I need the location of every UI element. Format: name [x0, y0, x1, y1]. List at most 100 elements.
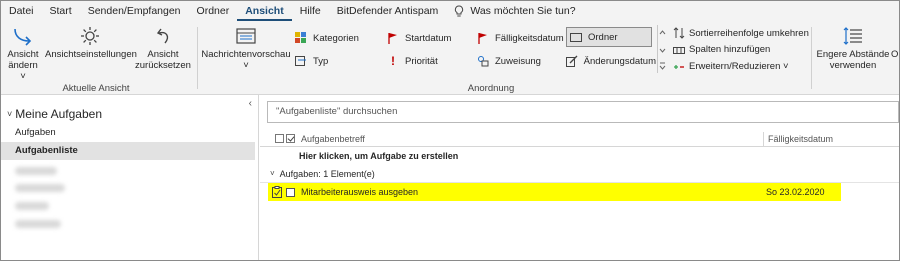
redacted-folder	[15, 184, 65, 192]
categories-icon	[294, 31, 308, 45]
arrange-aenderungsdatum[interactable]: Änderungsdatum	[566, 51, 656, 71]
type-icon	[294, 54, 308, 68]
due-flag-icon	[476, 31, 490, 45]
arrange-faelligkeitsdatum[interactable]: Fälligkeitsdatum	[476, 28, 564, 48]
expand-collapse-button[interactable]: Erweitern/Reduzieren ˅	[673, 61, 789, 72]
arrange-startdatum[interactable]: Startdatum	[386, 28, 472, 48]
view-settings-button[interactable]: Ansichtseinstellungen	[45, 25, 137, 60]
ribbon-separator	[811, 27, 812, 89]
lightbulb-icon	[455, 4, 464, 16]
arrange-kategorien-label: Kategorien	[313, 32, 359, 44]
menu-bar: Datei Start Senden/Empfangen Ordner Ansi…	[1, 1, 899, 21]
reset-view-label-2: zurücksetzen	[135, 60, 191, 71]
column-divider[interactable]	[763, 132, 764, 146]
gallery-scroll-arrows-icon	[659, 30, 666, 70]
chevron-down-icon: ˅	[20, 71, 26, 82]
task-due-date: So 23.02.2020	[766, 187, 825, 197]
change-view-button[interactable]: Ansicht ändern ˅	[5, 25, 41, 82]
reset-view-label-1: Ansicht	[147, 49, 179, 60]
priority-icon: !	[391, 54, 395, 68]
change-view-label-1: Ansicht	[7, 49, 39, 60]
tighter-spacing-label-1: Engere Abstände	[816, 49, 890, 60]
arrange-faelligkeitsdatum-label: Fälligkeitsdatum	[495, 32, 564, 44]
tab-senden-empfangen[interactable]: Senden/Empfangen	[80, 1, 189, 21]
group-label-arrangement: Anordnung	[467, 83, 515, 94]
redacted-folder	[15, 220, 61, 228]
arrange-ordner-label: Ordner	[588, 31, 618, 43]
tab-start[interactable]: Start	[42, 1, 80, 21]
ribbon-separator	[197, 27, 198, 89]
arrange-kategorien[interactable]: Kategorien	[294, 28, 384, 48]
tighter-spacing-label-2: verwenden	[829, 60, 877, 71]
tab-hilfe[interactable]: Hilfe	[292, 1, 329, 21]
tab-ansicht[interactable]: Ansicht	[237, 1, 292, 21]
task-subject: Mitarbeiterausweis ausgeben	[301, 187, 419, 197]
sort-arrows-icon	[673, 27, 685, 39]
change-view-label-2: ändern	[8, 60, 38, 71]
arrange-startdatum-label: Startdatum	[405, 32, 452, 44]
redacted-folder	[15, 202, 49, 210]
view-settings-label: Ansichtseinstellungen	[45, 49, 137, 60]
group-header-label: Aufgaben: 1 Element(e)	[279, 168, 375, 179]
folder-item-aufgabenliste[interactable]: Aufgabenliste	[1, 142, 255, 160]
task-complete-checkbox[interactable]	[286, 187, 295, 197]
change-view-icon	[14, 28, 32, 46]
undo-arrow-icon	[156, 28, 169, 44]
arrange-prioritaet-label: Priorität	[405, 55, 438, 67]
reverse-sort-label: Sortierreihenfolge umkehren	[689, 27, 809, 39]
collapse-pane-icon[interactable]: ‹	[249, 98, 252, 109]
start-flag-icon	[386, 31, 400, 45]
column-subject[interactable]: Aufgabenbetreff	[301, 134, 365, 144]
column-due-date[interactable]: Fälligkeitsdatum	[768, 134, 833, 144]
task-clipboard-icon	[272, 186, 282, 198]
tell-me-search[interactable]: Was möchten Sie tun?	[454, 4, 576, 18]
arrange-zuweisung[interactable]: Zuweisung	[476, 51, 564, 71]
folder-icon	[569, 30, 583, 44]
tighter-spacing-button[interactable]: Engere Abstände verwenden	[815, 25, 891, 71]
group-label-current-view: Aktuelle Ansicht	[62, 83, 130, 94]
arrange-aenderungsdatum-label: Änderungsdatum	[583, 55, 656, 67]
arrangement-gallery: Kategorien Startdatum Fälligkeitsdatum O…	[292, 25, 666, 73]
gallery-scroll[interactable]	[657, 25, 666, 73]
folder-pane: ‹ ˅ Meine Aufgaben Aufgaben Aufgabenlist…	[1, 95, 259, 260]
chevron-down-icon: ˅	[780, 61, 789, 72]
reading-pane-label: Nachrichtenvorschau	[201, 49, 291, 60]
gear-icon	[81, 27, 99, 45]
arrange-zuweisung-label: Zuweisung	[495, 55, 541, 67]
tell-me-label: Was möchten Sie tun?	[470, 5, 576, 17]
new-task-row[interactable]: Hier klicken, um Aufgabe zu erstellen	[299, 151, 458, 161]
redacted-folder	[15, 167, 57, 175]
chevron-down-icon: ˅	[7, 109, 13, 119]
add-columns-label: Spalten hinzufügen	[689, 44, 771, 55]
add-columns-icon	[673, 45, 685, 55]
chevron-down-icon: ˅	[243, 60, 249, 71]
folder-item-aufgaben[interactable]: Aufgaben	[1, 124, 255, 142]
tab-bitdefender-antispam[interactable]: BitDefender Antispam	[329, 1, 447, 21]
reverse-sort-button[interactable]: Sortierreihenfolge umkehren	[673, 27, 809, 39]
assignment-icon	[476, 54, 490, 68]
task-type-column-icon[interactable]	[275, 134, 284, 143]
cut-off-ribbon-button[interactable]: O	[891, 49, 899, 60]
complete-column-icon[interactable]	[286, 134, 295, 143]
arrange-ordner[interactable]: Ordner	[566, 27, 652, 47]
expand-collapse-icon	[673, 62, 685, 72]
modified-icon	[566, 54, 579, 68]
column-header-row: Aufgabenbetreff Fälligkeitsdatum	[260, 131, 899, 147]
my-tasks-label: Meine Aufgaben	[15, 107, 103, 121]
arrange-typ[interactable]: Typ	[294, 51, 384, 71]
outlook-window: Datei Start Senden/Empfangen Ordner Ansi…	[0, 0, 900, 261]
tab-ordner[interactable]: Ordner	[189, 1, 238, 21]
task-search-input[interactable]: "Aufgabenliste" durchsuchen	[267, 101, 899, 123]
reading-pane-button[interactable]: Nachrichtenvorschau ˅	[201, 25, 291, 71]
tab-datei[interactable]: Datei	[1, 1, 42, 21]
reset-view-button[interactable]: Ansicht zurücksetzen	[135, 25, 191, 71]
group-header[interactable]: ˅ Aufgaben: 1 Element(e)	[260, 165, 899, 183]
ribbon: Ansicht ändern ˅ Ansichtseinstellungen A…	[1, 21, 899, 95]
reading-pane-icon	[236, 28, 256, 44]
arrange-prioritaet[interactable]: ! Priorität	[386, 51, 472, 71]
my-tasks-header[interactable]: ˅ Meine Aufgaben	[7, 107, 102, 121]
chevron-down-icon: ˅	[270, 169, 275, 178]
task-list-pane: "Aufgabenliste" durchsuchen Aufgabenbetr…	[260, 95, 899, 260]
table-row[interactable]: Mitarbeiterausweis ausgeben So 23.02.202…	[268, 183, 841, 201]
add-columns-button[interactable]: Spalten hinzufügen	[673, 44, 770, 55]
